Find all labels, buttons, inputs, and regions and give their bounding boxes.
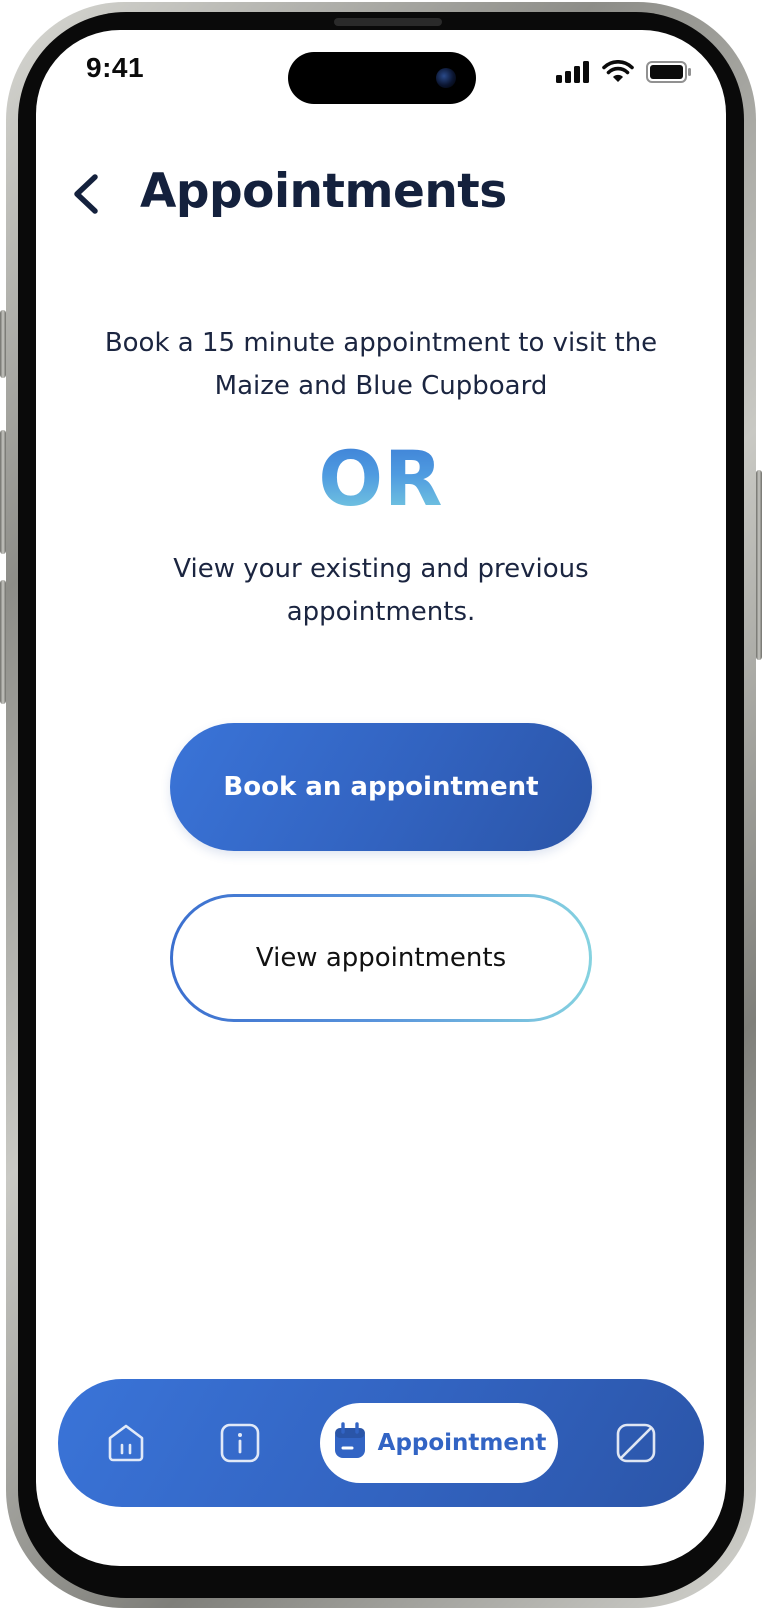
or-divider-text: OR — [36, 434, 726, 524]
back-button[interactable] — [64, 170, 108, 222]
bottom-nav: Appointment — [58, 1379, 704, 1507]
chevron-left-icon — [71, 173, 101, 219]
secondary-text: View your existing and previous appointm… — [173, 554, 589, 627]
book-appointment-button[interactable]: Book an appointment — [170, 723, 592, 851]
volume-up-button — [0, 430, 6, 554]
status-time: 9:41 — [86, 52, 145, 83]
info-icon — [218, 1421, 262, 1469]
slash-square-icon — [614, 1421, 658, 1469]
intro-text: Book a 15 minute appointment to visit th… — [104, 328, 658, 401]
cellular-signal-icon — [556, 61, 590, 87]
nav-home[interactable] — [102, 1421, 150, 1469]
battery-icon — [646, 61, 692, 87]
view-appointments-label: View appointments — [173, 897, 589, 1019]
volume-down-button — [0, 580, 6, 704]
action-button — [0, 310, 6, 378]
view-appointments-button[interactable]: View appointments — [170, 894, 592, 1022]
nav-info[interactable] — [216, 1421, 264, 1469]
home-icon — [104, 1421, 148, 1469]
power-button — [756, 470, 762, 660]
wifi-icon — [602, 60, 634, 88]
dynamic-island — [288, 52, 476, 104]
status-icons — [556, 60, 692, 88]
calendar-icon — [332, 1422, 368, 1464]
nav-appointment[interactable]: Appointment — [320, 1403, 558, 1483]
page-title: Appointments — [140, 164, 507, 219]
speaker-grille — [334, 18, 442, 26]
front-camera — [436, 68, 456, 88]
app-screen: 9:41 Appointments Book a 15 minute appoi… — [36, 30, 726, 1566]
nav-more[interactable] — [612, 1421, 660, 1469]
nav-appointment-label: Appointment — [377, 1430, 547, 1456]
